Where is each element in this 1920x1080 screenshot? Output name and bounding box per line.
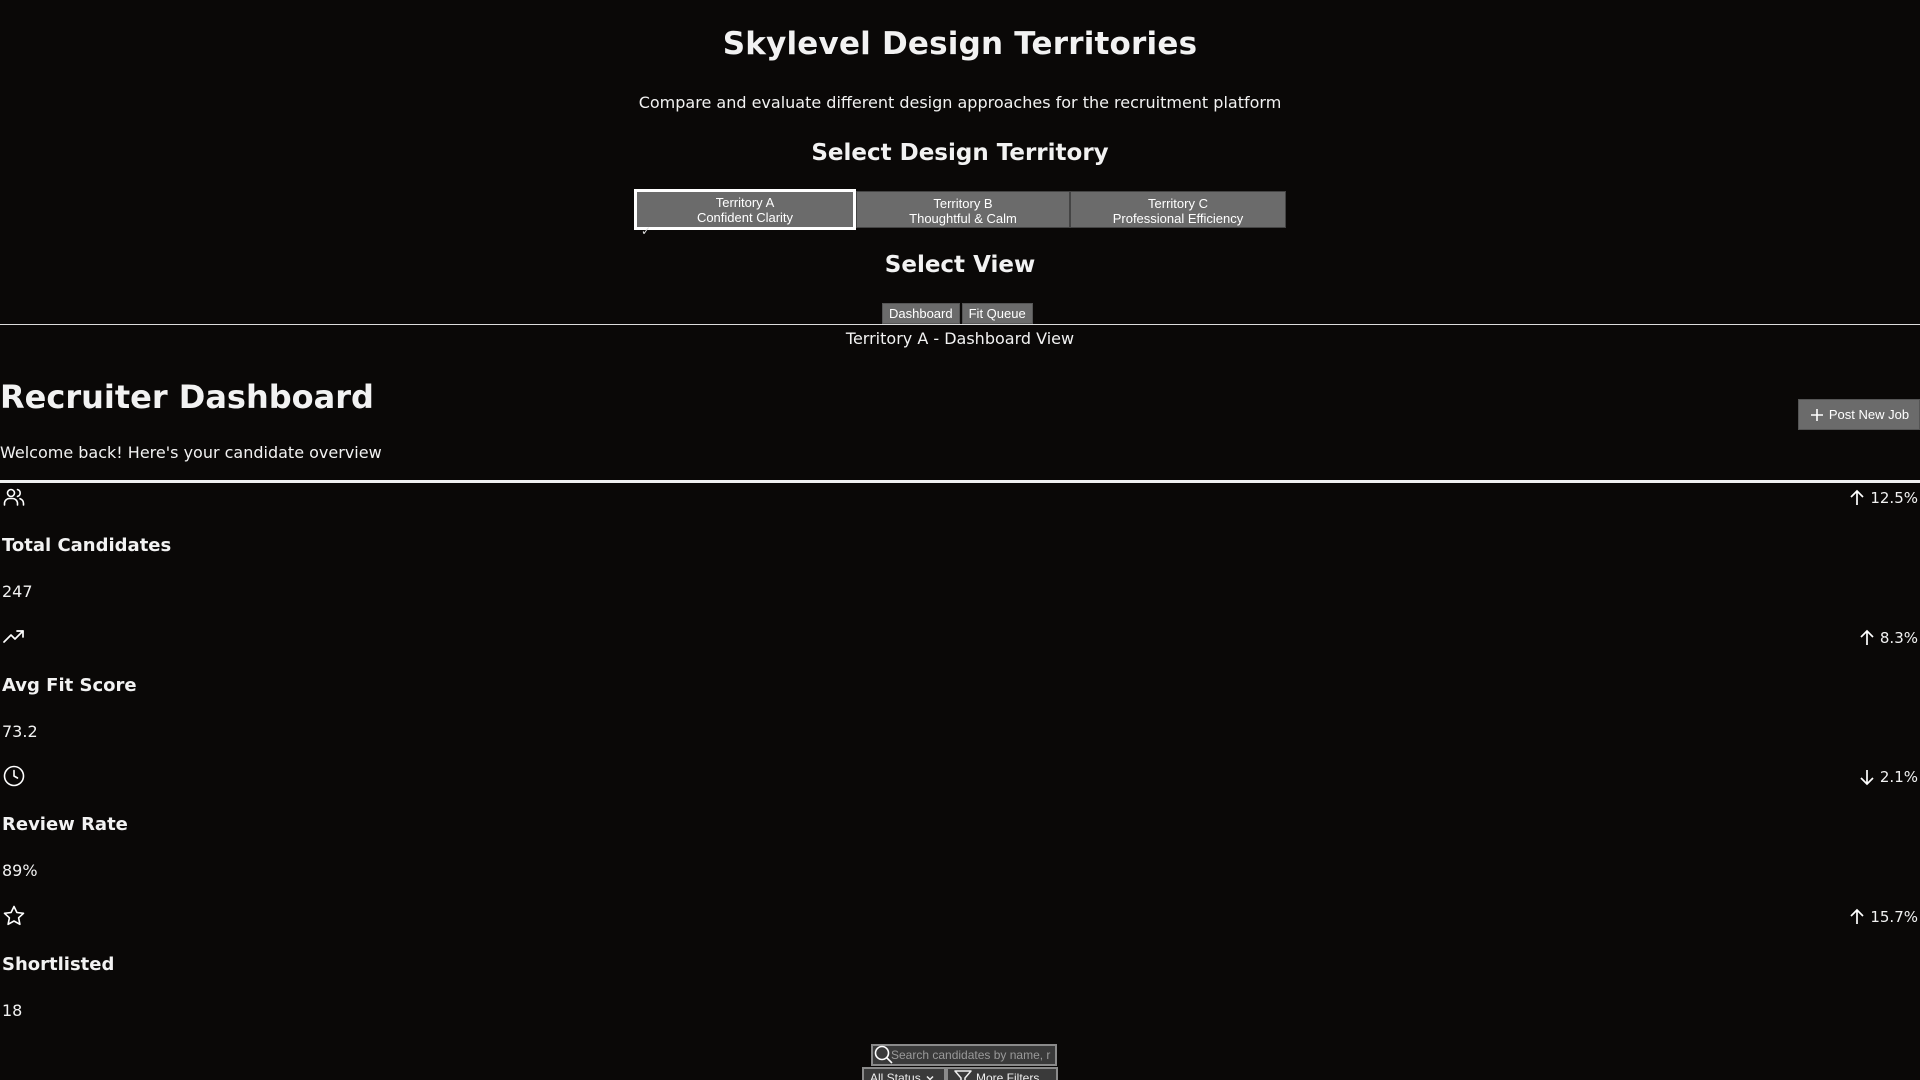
clock-icon: [3, 765, 25, 787]
status-select[interactable]: All Status: [862, 1067, 946, 1080]
stat-review-rate: 2.1% Review Rate 89%: [0, 764, 1920, 904]
search-box: [871, 1044, 1057, 1066]
selected-check-icon: ✓: [641, 224, 652, 238]
stat-change: 12.5%: [1848, 489, 1918, 507]
territory-b-name: Territory B: [933, 196, 993, 211]
filter-icon: [954, 1070, 972, 1080]
more-filters-button[interactable]: More Filters: [946, 1067, 1058, 1080]
trending-up-icon: [3, 630, 24, 643]
filter-row: All Status More Filters: [862, 1067, 1058, 1080]
territory-c-button[interactable]: Territory C Professional Efficiency: [1070, 191, 1286, 228]
view-tabs: Dashboard Fit Queue: [882, 303, 1033, 324]
tab-fit-queue[interactable]: Fit Queue: [961, 303, 1033, 324]
stat-change-value: 2.1%: [1879, 768, 1918, 786]
arrow-up-icon: [1850, 908, 1864, 924]
dashboard-title: Recruiter Dashboard: [0, 378, 374, 416]
chevron-down-icon: [926, 1075, 934, 1080]
stat-change-value: 15.7%: [1870, 908, 1918, 926]
app-subtitle: Compare and evaluate different design ap…: [638, 93, 1282, 112]
stat-change: 2.1%: [1858, 768, 1918, 786]
stat-label: Shortlisted: [2, 954, 115, 975]
territory-c-desc: Professional Efficiency: [1112, 211, 1244, 226]
page: Skylevel Design Territories Compare and …: [0, 0, 1920, 1080]
stat-value: 247: [2, 582, 33, 601]
app-title: Skylevel Design Territories: [722, 26, 1198, 62]
stat-change: 8.3%: [1858, 629, 1918, 647]
post-new-job-label: Post New Job: [1828, 407, 1910, 422]
stat-change-value: 8.3%: [1879, 629, 1918, 647]
dashboard-subtitle: Welcome back! Here's your candidate over…: [0, 443, 382, 462]
view-caption: Territory A - Dashboard View: [845, 329, 1075, 348]
territory-b-button[interactable]: Territory B Thoughtful & Calm: [856, 191, 1070, 228]
territory-a-button[interactable]: Territory A Confident Clarity: [634, 189, 856, 230]
stat-change: 15.7%: [1848, 908, 1918, 926]
stat-value: 18: [2, 1001, 23, 1020]
users-icon: [3, 488, 25, 506]
territory-c-name: Territory C: [1148, 196, 1208, 211]
arrow-up-icon: [1850, 489, 1864, 505]
stat-label: Review Rate: [2, 814, 128, 835]
arrow-up-icon: [1860, 629, 1874, 645]
territory-a-name: Territory A: [715, 195, 775, 210]
stat-avg-fit-score: 8.3% Avg Fit Score 73.2: [0, 625, 1920, 765]
stat-shortlisted: 15.7% Shortlisted 18: [0, 904, 1920, 1044]
territory-heading: Select Design Territory: [811, 140, 1109, 166]
territory-selector: Territory A Confident Clarity Territory …: [634, 189, 1286, 230]
stat-total-candidates: 12.5% Total Candidates 247: [0, 485, 1920, 625]
more-filters-label: More Filters: [976, 1071, 1040, 1080]
plus-icon: [1810, 408, 1823, 421]
search-input[interactable]: [891, 1046, 1053, 1064]
territory-a-desc: Confident Clarity: [696, 210, 794, 225]
stat-label: Avg Fit Score: [2, 675, 137, 696]
stat-value: 73.2: [2, 722, 38, 741]
search-icon: [874, 1045, 893, 1064]
star-icon: [3, 905, 25, 926]
arrow-down-icon: [1860, 770, 1874, 786]
post-new-job-button[interactable]: Post New Job: [1798, 399, 1920, 430]
divider: [0, 480, 1920, 483]
stat-change-value: 12.5%: [1870, 489, 1918, 507]
stat-value: 89%: [2, 861, 38, 880]
divider: [0, 324, 1920, 325]
tab-dashboard[interactable]: Dashboard: [882, 303, 960, 324]
view-heading: Select View: [884, 252, 1036, 278]
stat-label: Total Candidates: [2, 535, 172, 556]
status-select-label: All Status: [870, 1071, 921, 1080]
territory-b-desc: Thoughtful & Calm: [909, 211, 1017, 226]
